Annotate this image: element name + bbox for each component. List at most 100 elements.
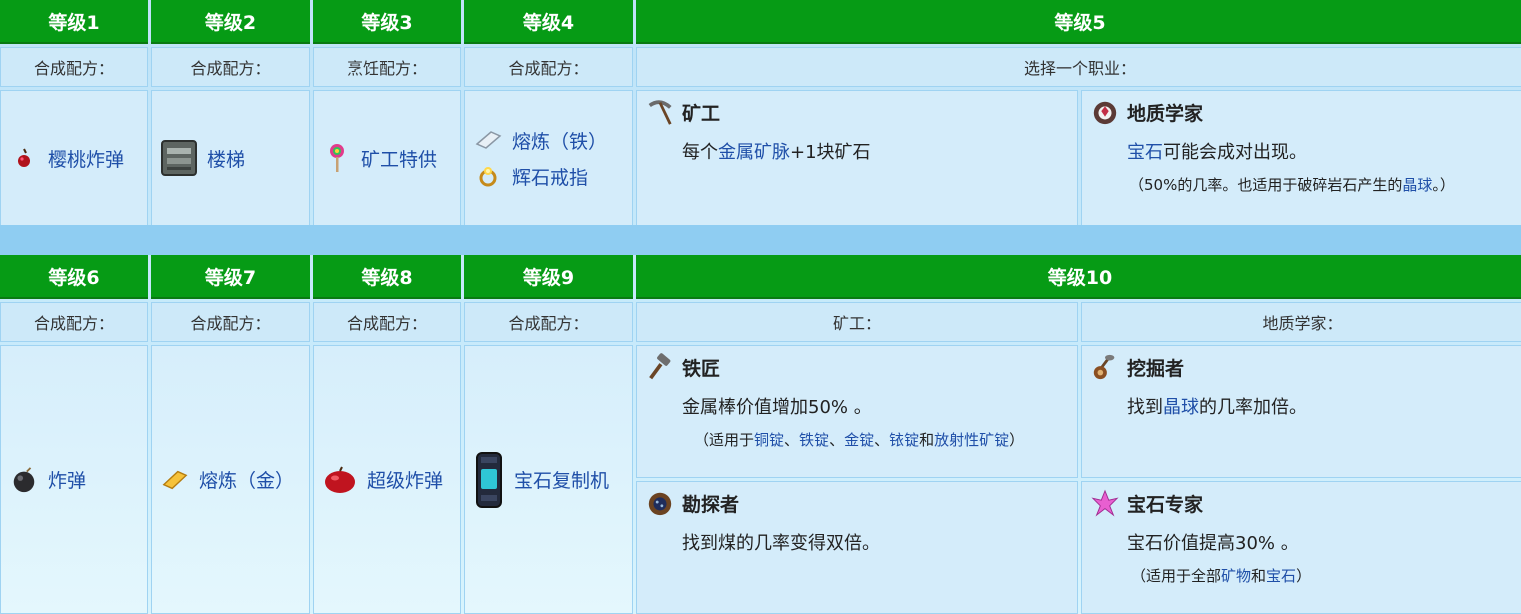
level-3-header: 等级3 — [313, 0, 461, 44]
level-8-cell: 超级炸弹 — [313, 345, 461, 614]
blacksmith-note-pre: （适用于 — [694, 431, 755, 449]
geologist-note-post: 。） — [1432, 176, 1455, 194]
level-7-header: 等级7 — [151, 255, 310, 299]
level-6-recipe-label: 合成配方： — [0, 302, 148, 342]
glowstone-ring-link[interactable]: 辉石戒指 — [512, 163, 588, 190]
and-text: 和 — [919, 431, 935, 449]
iron-bar-icon — [474, 126, 502, 154]
miner-title: 矿工 — [646, 98, 1068, 126]
hammer-icon — [646, 353, 674, 381]
minerals-link[interactable]: 矿物 — [1221, 567, 1251, 585]
iridium-bar-link[interactable]: 铱锭 — [889, 431, 919, 449]
mega-bomb-icon — [323, 466, 357, 494]
geologist-title-text: 地质学家 — [1127, 102, 1204, 125]
level-5-header: 等级5 — [636, 0, 1521, 44]
copper-bar-link[interactable]: 铜锭 — [754, 431, 784, 449]
level-9-cell: 宝石复制机 — [464, 345, 633, 614]
iron-bar-link[interactable]: 铁锭 — [799, 431, 829, 449]
crystalarium-icon — [474, 450, 504, 510]
smelting-iron-link[interactable]: 熔炼（铁） — [512, 127, 607, 154]
level-1-header: 等级1 — [0, 0, 148, 44]
level-7-cell: 熔炼（金） — [151, 345, 310, 614]
miner-desc-post: +1块矿石 — [790, 142, 871, 163]
prospector-description: 找到煤的几率变得双倍。 — [682, 533, 880, 554]
pickaxe-icon — [646, 98, 674, 126]
level-1-recipe-label: 合成配方： — [0, 47, 148, 87]
cherry-bomb-link[interactable]: 樱桃炸弹 — [48, 145, 124, 172]
level-7-recipe-label: 合成配方： — [151, 302, 310, 342]
staircase-item[interactable]: 楼梯 — [161, 140, 300, 176]
geologist-description: 宝石可能会成对出现。 — [1127, 138, 1514, 164]
staircase-link[interactable]: 楼梯 — [207, 145, 245, 172]
cherry-bomb-icon — [10, 144, 38, 172]
glowstone-ring-icon — [474, 162, 502, 190]
miner-treat-icon — [323, 144, 351, 172]
geode-link[interactable]: 晶球 — [1402, 176, 1432, 194]
bomb-item[interactable]: 炸弹 — [10, 466, 138, 494]
top-table: 等级1 等级2 等级3 等级4 等级5 合成配方： 合成配方： 烹饪配方： 合成… — [0, 0, 1521, 226]
blacksmith-title-text: 铁匠 — [682, 357, 721, 380]
level-4-recipe-label: 合成配方： — [464, 47, 633, 87]
crystalarium-link[interactable]: 宝石复制机 — [514, 466, 609, 493]
blacksmith-description: 金属棒价值增加50% 。 — [682, 397, 872, 418]
gem-icon — [1091, 489, 1119, 517]
gemologist-note: （适用于全部矿物和宝石） — [1131, 565, 1514, 586]
sep-1: 、 — [784, 431, 800, 449]
level-4-header: 等级4 — [464, 0, 633, 44]
level-1-cell: 樱桃炸弹 — [0, 90, 148, 226]
cherry-bomb-item[interactable]: 樱桃炸弹 — [10, 144, 138, 172]
mega-bomb-link[interactable]: 超级炸弹 — [367, 466, 443, 493]
staircase-icon — [161, 140, 197, 176]
gold-bar-link[interactable]: 金锭 — [844, 431, 874, 449]
gemologist-title-text: 宝石专家 — [1127, 493, 1204, 516]
level-8-header: 等级8 — [313, 255, 461, 299]
choose-profession-label: 选择一个职业： — [636, 47, 1521, 87]
geode-link-2[interactable]: 晶球 — [1163, 397, 1199, 418]
level-9-recipe-label: 合成配方： — [464, 302, 633, 342]
level-4-cell: 熔炼（铁） 辉石戒指 — [464, 90, 633, 226]
miner-description: 每个金属矿脉+1块矿石 — [682, 138, 1068, 164]
level-6-header: 等级6 — [0, 255, 148, 299]
gemologist-description: 宝石价值提高30% 。 — [1127, 533, 1299, 554]
blacksmith-profession-cell: 铁匠 金属棒价值增加50% 。 （适用于铜锭、铁锭、金锭、铱锭和放射性矿锭） — [636, 345, 1078, 478]
miner-branch-label: 矿工： — [636, 302, 1078, 342]
mega-bomb-item[interactable]: 超级炸弹 — [323, 466, 451, 494]
level-6-cell: 炸弹 — [0, 345, 148, 614]
gemologist-note-post: ） — [1296, 567, 1312, 585]
prospector-profession-cell: 勘探者 找到煤的几率变得双倍。 — [636, 481, 1078, 614]
geologist-desc-post: 可能会成对出现。 — [1163, 142, 1307, 163]
geode-icon — [1091, 98, 1119, 126]
miner-treat-link[interactable]: 矿工特供 — [361, 145, 437, 172]
glowstone-ring-item[interactable]: 辉石戒指 — [474, 162, 623, 190]
geologist-title: 地质学家 — [1091, 98, 1514, 126]
level-2-cell: 楼梯 — [151, 90, 310, 226]
gemologist-note-pre: （适用于全部 — [1131, 567, 1222, 585]
gemologist-title: 宝石专家 — [1091, 489, 1514, 517]
level-8-recipe-label: 合成配方： — [313, 302, 461, 342]
level-10-header: 等级10 — [636, 255, 1521, 299]
radioactive-bar-link[interactable]: 放射性矿锭 — [934, 431, 1009, 449]
miner-treat-item[interactable]: 矿工特供 — [323, 144, 451, 172]
excavator-desc-post: 的几率加倍。 — [1199, 397, 1307, 418]
bomb-link[interactable]: 炸弹 — [48, 466, 86, 493]
bottom-table: 等级6 等级7 等级8 等级9 等级10 合成配方： 合成配方： 合成配方： 合… — [0, 255, 1521, 614]
iron-bar-item[interactable]: 熔炼（铁） — [474, 126, 623, 154]
excavator-profession-cell: 挖掘者 找到晶球的几率加倍。 — [1081, 345, 1521, 478]
level-3-recipe-label: 烹饪配方： — [313, 47, 461, 87]
metal-vein-link[interactable]: 金属矿脉 — [718, 142, 790, 163]
prospector-title: 勘探者 — [646, 489, 1068, 517]
prospector-icon — [646, 489, 674, 517]
gem-link[interactable]: 宝石 — [1127, 142, 1163, 163]
excavator-icon — [1091, 353, 1119, 381]
level-2-header: 等级2 — [151, 0, 310, 44]
gems-link[interactable]: 宝石 — [1266, 567, 1296, 585]
level-9-header: 等级9 — [464, 255, 633, 299]
excavator-description: 找到晶球的几率加倍。 — [1127, 393, 1514, 419]
geologist-note: （50%的几率。也适用于破碎岩石产生的晶球。） — [1129, 174, 1514, 195]
gemologist-and: 和 — [1251, 567, 1267, 585]
gold-bar-item[interactable]: 熔炼（金） — [161, 466, 300, 494]
sep-2: 、 — [829, 431, 845, 449]
smelting-gold-link[interactable]: 熔炼（金） — [199, 466, 294, 493]
geologist-profession-cell: 地质学家 宝石可能会成对出现。 （50%的几率。也适用于破碎岩石产生的晶球。） — [1081, 90, 1521, 226]
crystalarium-item[interactable]: 宝石复制机 — [474, 450, 623, 510]
